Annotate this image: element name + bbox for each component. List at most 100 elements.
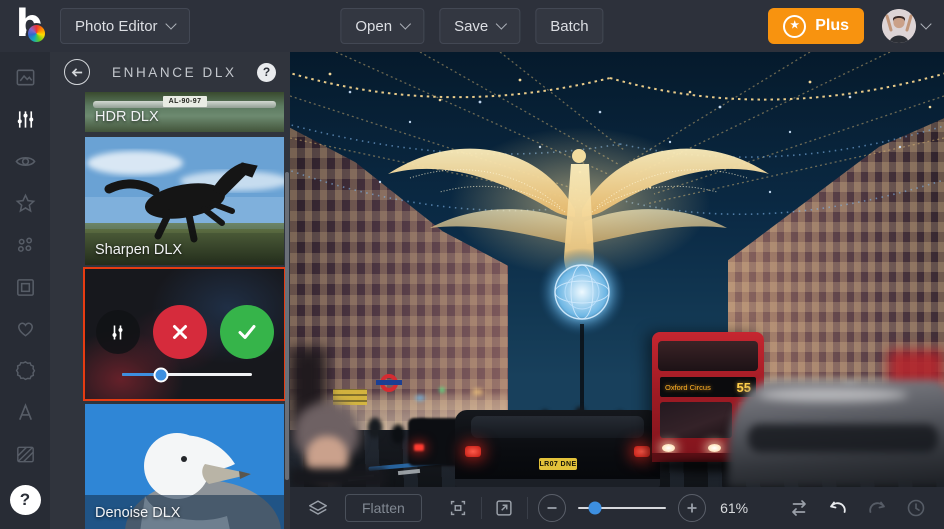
zoom-in-button[interactable]: [678, 494, 707, 522]
tail-light-right: [634, 446, 650, 457]
tail-light: [414, 444, 424, 451]
zoom-slider-thumb[interactable]: [588, 501, 602, 515]
x-icon: [172, 325, 187, 339]
headlight: [708, 444, 721, 452]
panel-title: ENHANCE DLX: [112, 64, 237, 80]
taxi-window-band: [748, 424, 938, 452]
sidebar-item-graphics[interactable]: [13, 359, 37, 382]
effect-card-selected[interactable]: [83, 267, 286, 401]
zoom-out-button[interactable]: [537, 494, 566, 522]
minus-icon: [547, 507, 557, 509]
compare-icon: [791, 500, 806, 516]
effect-strength-slider[interactable]: [122, 367, 252, 382]
fit-screen-button[interactable]: [446, 495, 471, 521]
help-button[interactable]: ?: [9, 484, 41, 515]
avatar-image: [882, 9, 916, 43]
flatten-button[interactable]: Flatten: [344, 494, 422, 522]
divider: [526, 497, 528, 519]
open-in-new-button[interactable]: [492, 495, 517, 521]
zoom-slider[interactable]: [577, 501, 667, 515]
text-icon: [18, 403, 32, 421]
sidebar-item-enhance[interactable]: [13, 108, 37, 131]
roof-highlight: [758, 388, 908, 402]
eye-icon: [14, 156, 36, 166]
bus-destination-sign: Oxford Circus 55: [660, 377, 756, 397]
sidebar-item-artsy[interactable]: [13, 234, 37, 257]
effect-label: Sharpen DLX: [95, 242, 183, 258]
bus-destination-text: Oxford Circus: [665, 382, 711, 392]
chevron-down-icon: [495, 18, 507, 30]
adjust-settings-button[interactable]: [95, 310, 140, 354]
redo-button[interactable]: [864, 495, 889, 521]
chevron-down-icon: [399, 18, 411, 30]
app-menu-label: Photo Editor: [75, 17, 158, 35]
back-button[interactable]: [64, 59, 90, 85]
plus-upgrade-button[interactable]: ★ Plus: [768, 8, 864, 44]
history-clock-icon: [907, 499, 924, 517]
effect-controls: [85, 305, 284, 359]
arrow-left-icon: [71, 67, 82, 77]
effect-card-sharpen-dlx[interactable]: Sharpen DLX: [85, 137, 284, 265]
sidebar-item-frames[interactable]: [13, 275, 37, 298]
history-button[interactable]: [903, 495, 928, 521]
dark-car: [408, 418, 462, 466]
bottom-toolbar: Flatten 61%: [290, 487, 944, 529]
panel-header: ENHANCE DLX ?: [50, 52, 290, 92]
apply-effect-button[interactable]: [219, 305, 274, 359]
sidebar-item-text[interactable]: [13, 401, 37, 424]
effect-label: HDR DLX: [95, 109, 159, 125]
car-license-plate: AL-90-97: [163, 96, 207, 107]
enhance-dlx-panel: ENHANCE DLX ? AL-90-97 HDR DLX Sharpen D…: [50, 52, 290, 529]
save-button[interactable]: Save: [439, 8, 521, 44]
avatar-button[interactable]: [882, 9, 932, 43]
headlight: [662, 444, 675, 452]
windshield: [660, 402, 732, 438]
effect-card-denoise-dlx[interactable]: Denoise DLX: [85, 404, 284, 529]
open-button[interactable]: Open: [340, 8, 425, 44]
check-icon: [238, 325, 255, 339]
divider: [480, 497, 482, 519]
layers-icon: [309, 500, 328, 515]
star-icon: [15, 193, 35, 213]
frame-icon: [16, 278, 34, 296]
sidebar-item-favorites[interactable]: [13, 317, 37, 340]
avatar: [882, 9, 916, 43]
effect-label: Denoise DLX: [95, 505, 181, 521]
panel-scrollbar[interactable]: [285, 172, 289, 480]
heart-icon: [17, 322, 33, 338]
undo-button[interactable]: [825, 495, 850, 521]
sidebar-item-effects[interactable]: [13, 192, 37, 215]
befunky-logo[interactable]: b: [14, 2, 52, 46]
cancel-effect-button[interactable]: [152, 305, 207, 359]
black-cab: LR07 DNE: [455, 410, 660, 487]
license-plate: LR07 DNE: [539, 458, 577, 470]
sliders-icon: [17, 111, 33, 128]
layers-button[interactable]: [306, 495, 331, 521]
account-area: ★ Plus: [768, 8, 932, 44]
tool-sidebar: ?: [0, 52, 50, 529]
blurred-shoulders: [290, 468, 386, 487]
slider-thumb[interactable]: [153, 367, 169, 382]
mini-sliders-icon: [112, 325, 123, 339]
panel-help-button[interactable]: ?: [257, 62, 276, 82]
sidebar-item-textures[interactable]: [13, 443, 37, 466]
batch-button[interactable]: Batch: [535, 8, 604, 44]
sidebar-item-touchup[interactable]: [13, 150, 37, 173]
undo-icon: [829, 501, 846, 513]
tail-light-left: [465, 446, 481, 457]
texture-icon: [16, 446, 34, 463]
underground-roundel-bar: [376, 380, 402, 385]
compare-button[interactable]: [786, 495, 811, 521]
sidebar-item-edit[interactable]: [13, 66, 37, 89]
cab-bumper: [455, 479, 660, 487]
dots-cluster-icon: [17, 237, 32, 252]
open-in-new-icon: [496, 500, 512, 516]
badge-icon: [15, 361, 35, 381]
effect-card-hdr-dlx[interactable]: AL-90-97 HDR DLX: [85, 92, 284, 132]
logo-rainbow-disc: [26, 23, 47, 44]
photo-canvas[interactable]: LR07 DNE Oxford Circus 55: [290, 52, 944, 487]
app-menu-button[interactable]: Photo Editor: [60, 8, 190, 44]
image-icon: [16, 69, 34, 86]
blurred-foreground-taxi: [728, 380, 944, 487]
chevron-down-icon: [920, 18, 932, 30]
